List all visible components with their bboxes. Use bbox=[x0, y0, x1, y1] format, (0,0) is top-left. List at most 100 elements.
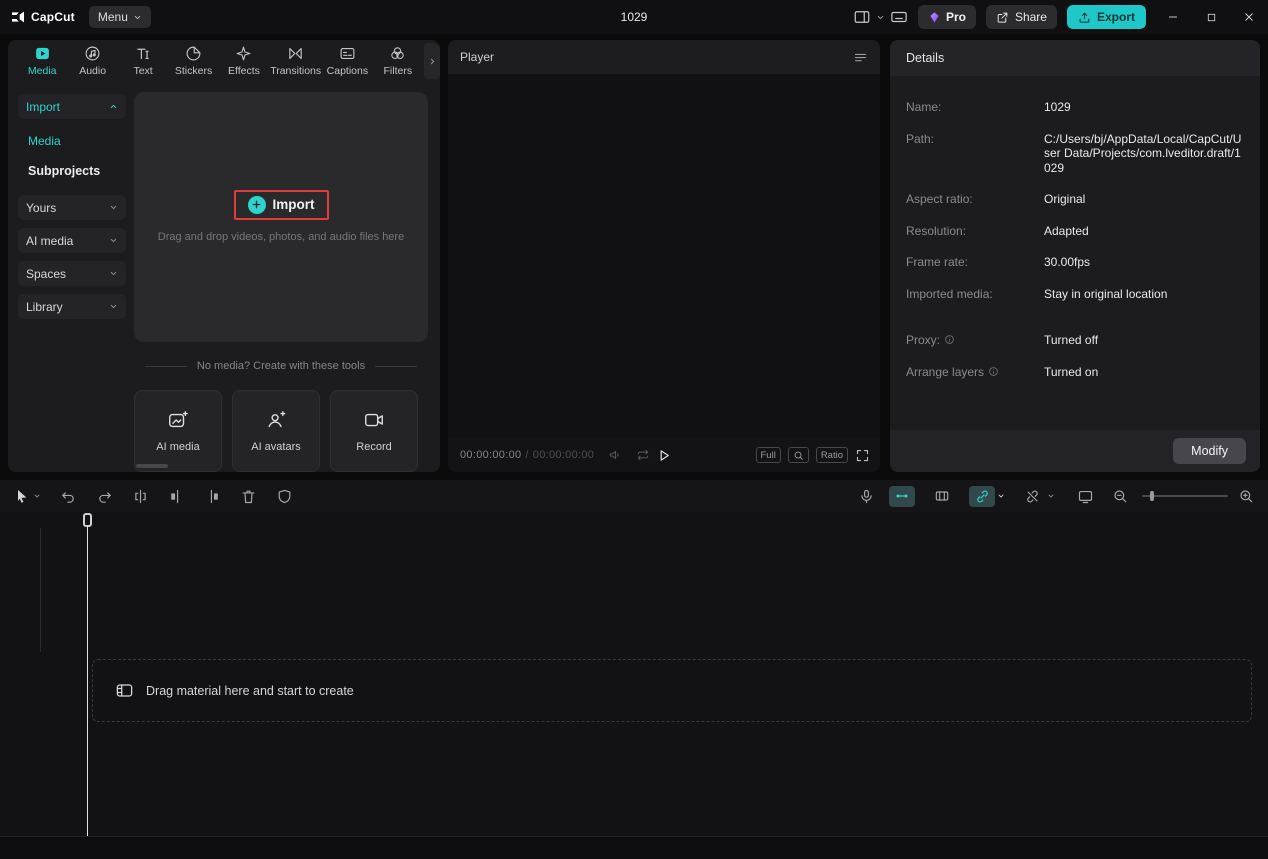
sidebar-item-subprojects[interactable]: Subprojects bbox=[18, 159, 126, 183]
import-highlight-box: Import bbox=[233, 189, 329, 220]
sidebar-item-media[interactable]: Media bbox=[18, 129, 126, 153]
app-name: CapCut bbox=[31, 10, 75, 24]
detail-row-path: Path: C:/Users/bj/AppData/Local/CapCut/U… bbox=[906, 131, 1242, 175]
delete-left-button[interactable] bbox=[168, 488, 185, 505]
sidebar-item-library[interactable]: Library bbox=[18, 294, 126, 319]
media-tabbar: Media Audio Text Stickers Effects Transi… bbox=[8, 40, 440, 82]
ai-media-card[interactable]: AI media bbox=[134, 390, 222, 472]
layout-icon[interactable] bbox=[853, 8, 871, 26]
playhead-line bbox=[87, 526, 88, 836]
tool-cards: AI media AI avatars Record bbox=[134, 390, 428, 472]
media-sidebar: Import Media Subprojects Yours AI media bbox=[8, 82, 134, 472]
zoom-slider-handle[interactable] bbox=[1150, 491, 1154, 501]
speaker-icon[interactable] bbox=[608, 448, 622, 462]
zoom-in-button[interactable] bbox=[1238, 488, 1254, 504]
redo-button[interactable] bbox=[96, 488, 113, 505]
tab-filters[interactable]: Filters bbox=[374, 45, 422, 77]
menu-button[interactable]: Menu bbox=[88, 6, 151, 28]
maximize-button[interactable] bbox=[1192, 0, 1230, 34]
tab-effects[interactable]: Effects bbox=[220, 45, 268, 77]
track-guide-line bbox=[40, 528, 41, 652]
media-panel: Media Audio Text Stickers Effects Transi… bbox=[8, 40, 440, 472]
chevron-down-icon bbox=[109, 203, 118, 212]
timeline-toolbar-right bbox=[858, 485, 1254, 507]
playhead-handle[interactable] bbox=[83, 513, 92, 527]
info-icon[interactable] bbox=[944, 334, 955, 345]
details-title: Details bbox=[890, 40, 1260, 76]
fit-zoom-button[interactable] bbox=[787, 447, 809, 463]
chevron-down-icon bbox=[109, 236, 118, 245]
detail-row-aspect-ratio: Aspect ratio: Original bbox=[906, 192, 1086, 206]
detail-row-proxy: Proxy: Turned off bbox=[906, 333, 1099, 347]
media-panel-scrollbar[interactable] bbox=[136, 464, 168, 468]
fullscreen-icon[interactable] bbox=[855, 448, 870, 463]
tab-captions[interactable]: Captions bbox=[323, 45, 371, 77]
tab-media[interactable]: Media bbox=[18, 45, 66, 77]
preview-axis-button[interactable] bbox=[1077, 488, 1094, 505]
timeline-toolbar bbox=[0, 480, 1268, 512]
ratio-button[interactable]: Ratio bbox=[815, 447, 848, 463]
undo-button[interactable] bbox=[60, 488, 77, 505]
share-icon bbox=[996, 11, 1009, 24]
layout-chevron-icon[interactable] bbox=[876, 13, 885, 22]
player-viewport[interactable] bbox=[448, 74, 880, 438]
shortcuts-icon[interactable] bbox=[890, 8, 908, 26]
export-button[interactable]: Export bbox=[1066, 5, 1146, 29]
player-title: Player bbox=[460, 50, 495, 64]
text-icon bbox=[135, 45, 152, 62]
select-tool-button[interactable] bbox=[14, 488, 41, 504]
modify-button[interactable]: Modify bbox=[1173, 438, 1246, 464]
sidebar-item-import[interactable]: Import bbox=[18, 94, 126, 119]
player-panel: Player 00:00:00:00 / 00:00:00:00 Full Ra… bbox=[448, 40, 880, 472]
media-clip-icon bbox=[115, 681, 134, 700]
info-icon[interactable] bbox=[988, 366, 999, 377]
tools-divider: No media? Create with these tools bbox=[134, 360, 428, 372]
chevron-down-icon bbox=[109, 269, 118, 278]
minimize-button[interactable] bbox=[1154, 0, 1192, 34]
pro-button[interactable]: Pro bbox=[917, 5, 976, 29]
import-button[interactable]: Import bbox=[247, 195, 315, 214]
detail-row-imported-media: Imported media: Stay in original locatio… bbox=[906, 286, 1168, 301]
keyframe-link-toggle[interactable] bbox=[889, 485, 915, 507]
tab-audio[interactable]: Audio bbox=[68, 45, 116, 77]
details-panel: Details Name: 1029 Path: C:/Users/bj/App… bbox=[890, 40, 1260, 472]
unlink-clips-button[interactable] bbox=[1019, 486, 1055, 507]
timeline-dropzone[interactable]: Drag material here and start to create bbox=[92, 659, 1252, 722]
sidebar-item-spaces[interactable]: Spaces bbox=[18, 261, 126, 286]
close-button[interactable] bbox=[1230, 0, 1268, 34]
import-dropzone[interactable]: Import Drag and drop videos, photos, and… bbox=[134, 92, 428, 342]
timeline-zoom-slider[interactable] bbox=[1142, 491, 1228, 501]
ai-avatars-card[interactable]: AI avatars bbox=[232, 390, 320, 472]
tab-stickers[interactable]: Stickers bbox=[169, 45, 217, 77]
share-button[interactable]: Share bbox=[985, 5, 1057, 29]
split-button[interactable] bbox=[132, 488, 149, 505]
captions-icon bbox=[339, 45, 356, 62]
capcut-logo-icon bbox=[10, 9, 26, 25]
record-voiceover-button[interactable] bbox=[858, 488, 875, 505]
zoom-out-button[interactable] bbox=[1112, 488, 1128, 504]
player-view-options: Full Ratio bbox=[755, 447, 871, 463]
ai-avatars-icon bbox=[265, 409, 287, 431]
filters-icon bbox=[389, 45, 406, 62]
tab-text[interactable]: Text bbox=[119, 45, 167, 77]
mask-button[interactable] bbox=[276, 488, 293, 505]
timeline[interactable]: Drag material here and start to create bbox=[0, 512, 1268, 859]
audio-icon bbox=[84, 45, 101, 62]
freeze-frame-button[interactable] bbox=[929, 486, 955, 507]
app-logo: CapCut bbox=[10, 9, 75, 25]
tab-transitions[interactable]: Transitions bbox=[270, 45, 321, 77]
transitions-icon bbox=[287, 45, 304, 62]
quality-full-button[interactable]: Full bbox=[755, 447, 781, 463]
loop-icon[interactable] bbox=[636, 448, 650, 462]
sidebar-item-ai-media[interactable]: AI media bbox=[18, 228, 126, 253]
record-card[interactable]: Record bbox=[330, 390, 418, 472]
play-button[interactable] bbox=[656, 447, 673, 464]
player-menu-icon[interactable] bbox=[853, 50, 868, 65]
record-icon bbox=[363, 409, 385, 431]
sidebar-item-yours[interactable]: Yours bbox=[18, 195, 126, 220]
pro-diamond-icon bbox=[928, 11, 941, 24]
delete-right-button[interactable] bbox=[204, 488, 221, 505]
link-clips-toggle[interactable] bbox=[969, 485, 1005, 507]
delete-button[interactable] bbox=[240, 488, 257, 505]
tabs-expand-button[interactable] bbox=[424, 43, 440, 79]
